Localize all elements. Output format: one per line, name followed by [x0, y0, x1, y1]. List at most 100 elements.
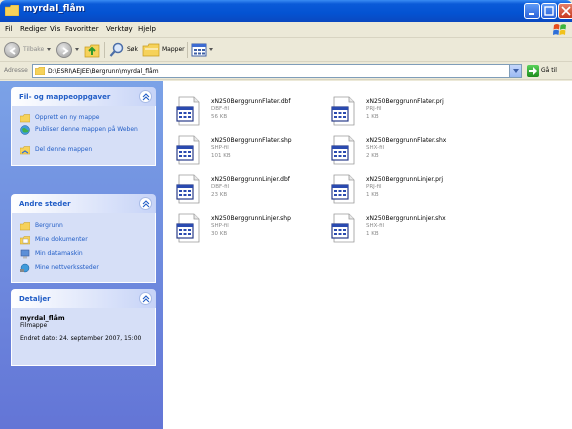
address-dropdown-button[interactable] [509, 65, 521, 77]
file-icon [176, 135, 200, 165]
file-size: 1 KB [366, 231, 379, 237]
address-input[interactable]: D:\ESRI\AEJEE\Bergrunn\myrdal_flåm [32, 64, 522, 78]
file-type: DBF-fil [211, 106, 230, 112]
up-folder-icon[interactable] [84, 42, 100, 58]
folder-icon [20, 222, 30, 231]
window-title: myrdal_flåm [23, 4, 85, 14]
documents-icon [20, 236, 30, 245]
file-type: PRJ-fil [366, 106, 382, 112]
file-size: 1 KB [366, 114, 379, 120]
detail-folder-type: Filmappe [20, 322, 48, 329]
file-item[interactable]: xN250BerggrunnLinjer.shx SHX-fil 1 KB [326, 213, 476, 245]
forward-button[interactable] [56, 42, 72, 58]
file-item[interactable]: xN250BerggrunnLinjer.shp SHP-fil 30 KB [171, 213, 321, 245]
go-label[interactable]: Gå til [541, 67, 557, 74]
file-icon [331, 96, 355, 126]
file-icon [176, 96, 200, 126]
panel-body: Bergrunn Mine dokumenter Min datamaskin [11, 213, 156, 283]
file-icon [331, 135, 355, 165]
windows-logo-icon [553, 24, 566, 36]
search-icon[interactable] [109, 42, 125, 58]
forward-arrow-icon [62, 47, 69, 55]
toolbar-separator [187, 42, 188, 58]
file-name: xN250BerggrunnFlater.shx [366, 137, 447, 144]
share-folder-icon [20, 146, 30, 155]
file-type: PRJ-fil [366, 184, 382, 190]
file-name: xN250BerggrunnLinjer.prj [366, 176, 444, 183]
network-icon [20, 263, 30, 273]
file-item[interactable]: xN250BerggrunnFlater.shx SHX-fil 2 KB [326, 135, 476, 167]
panel-header[interactable]: Detaljer [11, 289, 156, 308]
panel-body: myrdal_flåm Filmappe Endret dato: 24. se… [11, 308, 156, 366]
menu-favorites[interactable]: Favoritter [65, 25, 99, 33]
file-item[interactable]: xN250BerggrunnFlater.shp SHP-fil 101 KB [171, 135, 321, 167]
file-icon [176, 213, 200, 243]
file-name: xN250BerggrunnLinjer.shp [211, 215, 291, 222]
detail-folder-name: myrdal_flåm [20, 314, 65, 322]
folder-icon [5, 5, 19, 16]
toolbar-separator [104, 42, 105, 58]
panel-title: Fil- og mappeoppgaver [19, 93, 111, 101]
collapse-button[interactable] [139, 197, 152, 210]
file-type: SHX-fil [366, 145, 385, 151]
details-panel: Detaljer myrdal_flåm Filmappe Endret dat… [11, 289, 156, 366]
back-dropdown-icon[interactable] [47, 48, 51, 51]
panel-header[interactable]: Fil- og mappeoppgaver [11, 87, 156, 106]
file-item[interactable]: xN250BerggrunnLinjer.dbf DBF-fil 23 KB [171, 174, 321, 206]
file-size: 30 KB [211, 231, 228, 237]
file-name: xN250BerggrunnLinjer.dbf [211, 176, 290, 183]
file-name: xN250BerggrunnFlater.shp [211, 137, 292, 144]
file-icon [331, 174, 355, 204]
file-folder-tasks-panel: Fil- og mappeoppgaver Opprett en ny mapp… [11, 87, 156, 166]
back-button[interactable] [4, 42, 20, 58]
file-type: SHP-fil [211, 145, 229, 151]
panel-header[interactable]: Andre steder [11, 194, 156, 213]
close-button[interactable] [558, 3, 572, 19]
panel-title: Andre steder [19, 200, 71, 208]
menu-tools[interactable]: Verktøy [106, 25, 133, 33]
close-icon [561, 6, 571, 16]
file-item[interactable]: xN250BerggrunnFlater.prj PRJ-fil 1 KB [326, 96, 476, 128]
file-icon [331, 213, 355, 243]
new-folder-icon [20, 114, 30, 123]
address-path: D:\ESRI\AEJEE\Bergrunn\myrdal_flåm [48, 68, 159, 75]
file-type: SHP-fil [211, 223, 229, 229]
file-name: xN250BerggrunnLinjer.shx [366, 215, 446, 222]
menu-view[interactable]: Vis [50, 25, 60, 33]
task-pane: Fil- og mappeoppgaver Opprett en ny mapp… [0, 81, 163, 429]
file-size: 23 KB [211, 192, 228, 198]
address-label: Adresse [4, 67, 28, 74]
chevron-down-icon [513, 69, 519, 73]
computer-icon [20, 249, 30, 259]
collapse-button[interactable] [139, 90, 152, 103]
go-button[interactable] [527, 65, 539, 77]
panel-title: Detaljer [19, 295, 51, 303]
file-size: 1 KB [366, 192, 379, 198]
maximize-icon [544, 6, 554, 16]
file-list[interactable]: xN250BerggrunnFlater.dbf DBF-fil 56 KB x… [163, 81, 572, 429]
views-dropdown-icon[interactable] [209, 48, 213, 51]
menu-edit[interactable]: Rediger [20, 25, 47, 33]
folders-icon[interactable] [142, 42, 160, 58]
views-icon[interactable] [191, 42, 207, 58]
file-size: 2 KB [366, 153, 379, 159]
menu-help[interactable]: Hjelp [138, 25, 156, 33]
file-name: xN250BerggrunnFlater.prj [366, 98, 444, 105]
forward-dropdown-icon[interactable] [75, 48, 79, 51]
title-bar[interactable]: myrdal_flåm [0, 0, 572, 22]
minimize-button[interactable] [524, 3, 540, 19]
chevron-up-icon [142, 93, 150, 101]
address-bar: Adresse D:\ESRI\AEJEE\Bergrunn\myrdal_fl… [0, 62, 572, 80]
collapse-button[interactable] [139, 292, 152, 305]
file-type: SHX-fil [366, 223, 385, 229]
file-type: DBF-fil [211, 184, 230, 190]
chevron-up-icon [142, 295, 150, 303]
back-label: Tilbake [23, 46, 45, 53]
file-item[interactable]: xN250BerggrunnFlater.dbf DBF-fil 56 KB [171, 96, 321, 128]
search-button[interactable]: Søk [127, 46, 138, 53]
maximize-button[interactable] [541, 3, 557, 19]
menu-file[interactable]: Fil [5, 25, 12, 33]
file-item[interactable]: xN250BerggrunnLinjer.prj PRJ-fil 1 KB [326, 174, 476, 206]
file-size: 56 KB [211, 114, 228, 120]
folders-button[interactable]: Mapper [162, 46, 185, 53]
